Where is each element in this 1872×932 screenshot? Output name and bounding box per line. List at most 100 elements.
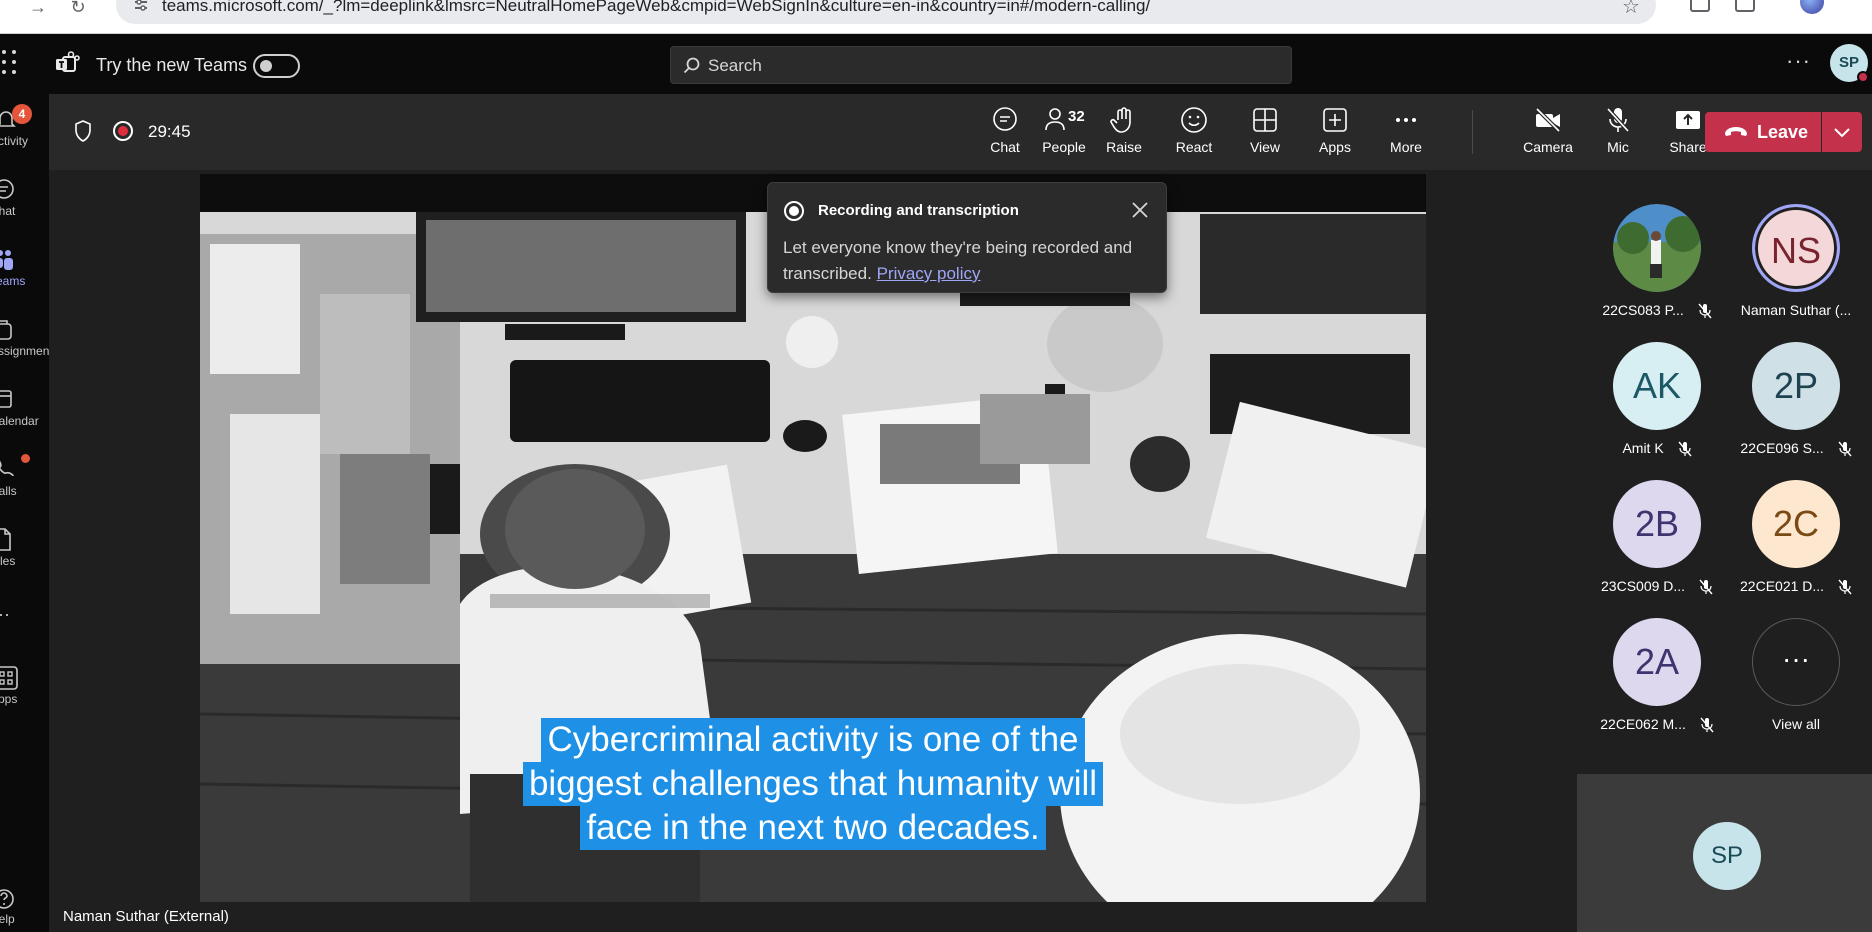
bookmark-star-icon[interactable]: ☆ bbox=[1622, 0, 1640, 19]
more-apps-icon: ··· bbox=[0, 604, 10, 624]
participant-tile[interactable]: NS Naman Suthar (... bbox=[1721, 204, 1871, 330]
participant-name: 22CE021 D... bbox=[1740, 578, 1825, 594]
app-launcher-icon[interactable] bbox=[2, 50, 20, 76]
emoji-icon bbox=[1181, 107, 1207, 133]
site-info-icon[interactable] bbox=[134, 0, 148, 12]
participant-initials-avatar: 2B bbox=[1613, 480, 1701, 568]
participant-name-row: 22CE096 S... bbox=[1721, 440, 1871, 457]
rail-label-calendar: Calendar bbox=[0, 414, 39, 428]
self-video-tile[interactable]: SP bbox=[1577, 774, 1872, 932]
view-button[interactable]: View bbox=[1233, 106, 1297, 164]
camera-toggle-button[interactable]: Camera bbox=[1516, 106, 1580, 164]
close-icon[interactable] bbox=[1130, 200, 1150, 220]
phone-icon bbox=[0, 460, 14, 477]
participant-name-row: 22CS083 P... bbox=[1582, 302, 1732, 319]
camera-off-icon bbox=[1535, 107, 1561, 133]
share-screen-icon bbox=[1676, 111, 1700, 129]
calendar-icon bbox=[0, 390, 12, 408]
url-text[interactable]: teams.microsoft.com/_?lm=deeplink&lmsrc=… bbox=[162, 0, 1150, 16]
chat-button[interactable]: Chat bbox=[973, 106, 1037, 164]
settings-more-button[interactable]: ··· bbox=[1786, 48, 1811, 74]
view-all-label: View all bbox=[1772, 716, 1820, 732]
participant-initials-avatar: NS bbox=[1752, 204, 1840, 292]
people-count-badge: 32 bbox=[1068, 108, 1085, 125]
rail-label-files: Files bbox=[0, 554, 16, 568]
react-label: React bbox=[1175, 139, 1213, 155]
meeting-info-shield-icon[interactable] bbox=[74, 120, 92, 142]
participant-tile[interactable]: 2A 22CE062 M... bbox=[1582, 618, 1732, 744]
calls-notification-dot bbox=[21, 454, 30, 463]
view-all-participants-button[interactable]: ··· View all bbox=[1721, 618, 1871, 744]
teams-header: Try the new Teams Search ··· SP bbox=[0, 34, 1872, 94]
more-icon: ··· bbox=[1752, 618, 1840, 706]
participant-initials-avatar: 2P bbox=[1752, 342, 1840, 430]
rail-label-calls: Calls bbox=[0, 484, 17, 498]
mic-muted-icon bbox=[1838, 579, 1852, 595]
live-captions: Cybercriminal activity is one of the big… bbox=[518, 718, 1108, 850]
rail-label-teams: Teams bbox=[0, 274, 26, 288]
participant-name-row: 23CS009 D... bbox=[1582, 578, 1732, 595]
participant-name: 22CE096 S... bbox=[1740, 440, 1824, 456]
leave-label: Leave bbox=[1757, 122, 1809, 142]
meeting-toolbar: 29:45 Chat 32 People Raise React View Ap… bbox=[49, 94, 1872, 170]
leave-options-dropdown[interactable] bbox=[1822, 112, 1862, 152]
reload-icon[interactable]: ↻ bbox=[68, 0, 88, 18]
reading-list-icon[interactable] bbox=[1690, 0, 1710, 12]
mic-muted-icon bbox=[1698, 303, 1712, 319]
participant-name-row: 22CE062 M... bbox=[1582, 716, 1732, 733]
try-new-teams-toggle[interactable] bbox=[253, 54, 300, 78]
record-icon bbox=[784, 201, 804, 221]
recording-notice-text: Let everyone know they're being recorded… bbox=[783, 235, 1155, 287]
left-app-rail: 4 Activity Chat Teams Assignments Calend… bbox=[0, 94, 59, 932]
react-button[interactable]: React bbox=[1162, 106, 1226, 164]
participant-photo-avatar bbox=[1613, 204, 1701, 292]
toolbar-divider bbox=[1472, 110, 1473, 154]
mic-label: Mic bbox=[1607, 139, 1629, 155]
participant-tile[interactable]: 2P 22CE096 S... bbox=[1721, 342, 1871, 468]
apps-icon bbox=[0, 666, 18, 690]
participant-tile[interactable]: 2C 22CE021 D... bbox=[1721, 480, 1871, 606]
view-all-row: View all bbox=[1721, 716, 1871, 732]
search-icon bbox=[683, 57, 700, 74]
presenter-name-label: Naman Suthar (External) bbox=[63, 908, 229, 925]
extensions-icon[interactable] bbox=[1735, 0, 1755, 12]
apps-button[interactable]: Apps bbox=[1303, 106, 1367, 164]
teams-icon bbox=[0, 250, 13, 270]
rail-label-apps: Apps bbox=[0, 692, 18, 706]
apps-label: Apps bbox=[1319, 139, 1351, 155]
participant-initials-avatar: AK bbox=[1613, 342, 1701, 430]
participant-initials-avatar: 2A bbox=[1613, 618, 1701, 706]
caption-line: biggest challenges that humanity will bbox=[522, 762, 1104, 806]
presence-status-badge bbox=[1857, 71, 1869, 83]
chat-icon bbox=[993, 107, 1017, 131]
leave-button[interactable]: Leave bbox=[1705, 112, 1821, 152]
people-button[interactable]: 32 People bbox=[1032, 106, 1096, 164]
forward-icon[interactable]: → bbox=[28, 0, 48, 18]
browser-profile-icon[interactable] bbox=[1800, 0, 1824, 14]
more-actions-button[interactable]: More bbox=[1374, 106, 1438, 164]
participant-tile[interactable]: 2B 23CS009 D... bbox=[1582, 480, 1732, 606]
participant-name-row: 22CE021 D... bbox=[1721, 578, 1871, 595]
privacy-policy-link[interactable]: Privacy policy bbox=[877, 264, 981, 283]
participant-name: 23CS009 D... bbox=[1601, 578, 1686, 594]
file-icon bbox=[0, 528, 11, 551]
mic-muted-icon bbox=[1699, 579, 1713, 595]
participant-tile[interactable]: AK Amit K bbox=[1582, 342, 1732, 468]
mic-toggle-button[interactable]: Mic bbox=[1586, 106, 1650, 164]
raise-label: Raise bbox=[1106, 139, 1142, 155]
help-icon bbox=[0, 889, 14, 909]
more-icon bbox=[1396, 118, 1416, 122]
people-label: People bbox=[1042, 139, 1086, 155]
rail-label-help: Help bbox=[0, 912, 15, 926]
participant-initials-avatar: 2C bbox=[1752, 480, 1840, 568]
participant-name: Amit K bbox=[1622, 440, 1664, 456]
raise-hand-button[interactable]: Raise bbox=[1092, 106, 1156, 164]
participant-tile[interactable]: 22CS083 P... bbox=[1582, 204, 1732, 330]
search-input[interactable]: Search bbox=[670, 46, 1292, 84]
more-label: More bbox=[1390, 139, 1422, 155]
mic-muted-icon bbox=[1700, 717, 1714, 733]
recording-indicator-icon bbox=[113, 121, 133, 141]
participant-name: 22CE062 M... bbox=[1600, 716, 1686, 732]
rail-label-chat: Chat bbox=[0, 204, 16, 218]
hand-icon bbox=[1110, 107, 1131, 133]
